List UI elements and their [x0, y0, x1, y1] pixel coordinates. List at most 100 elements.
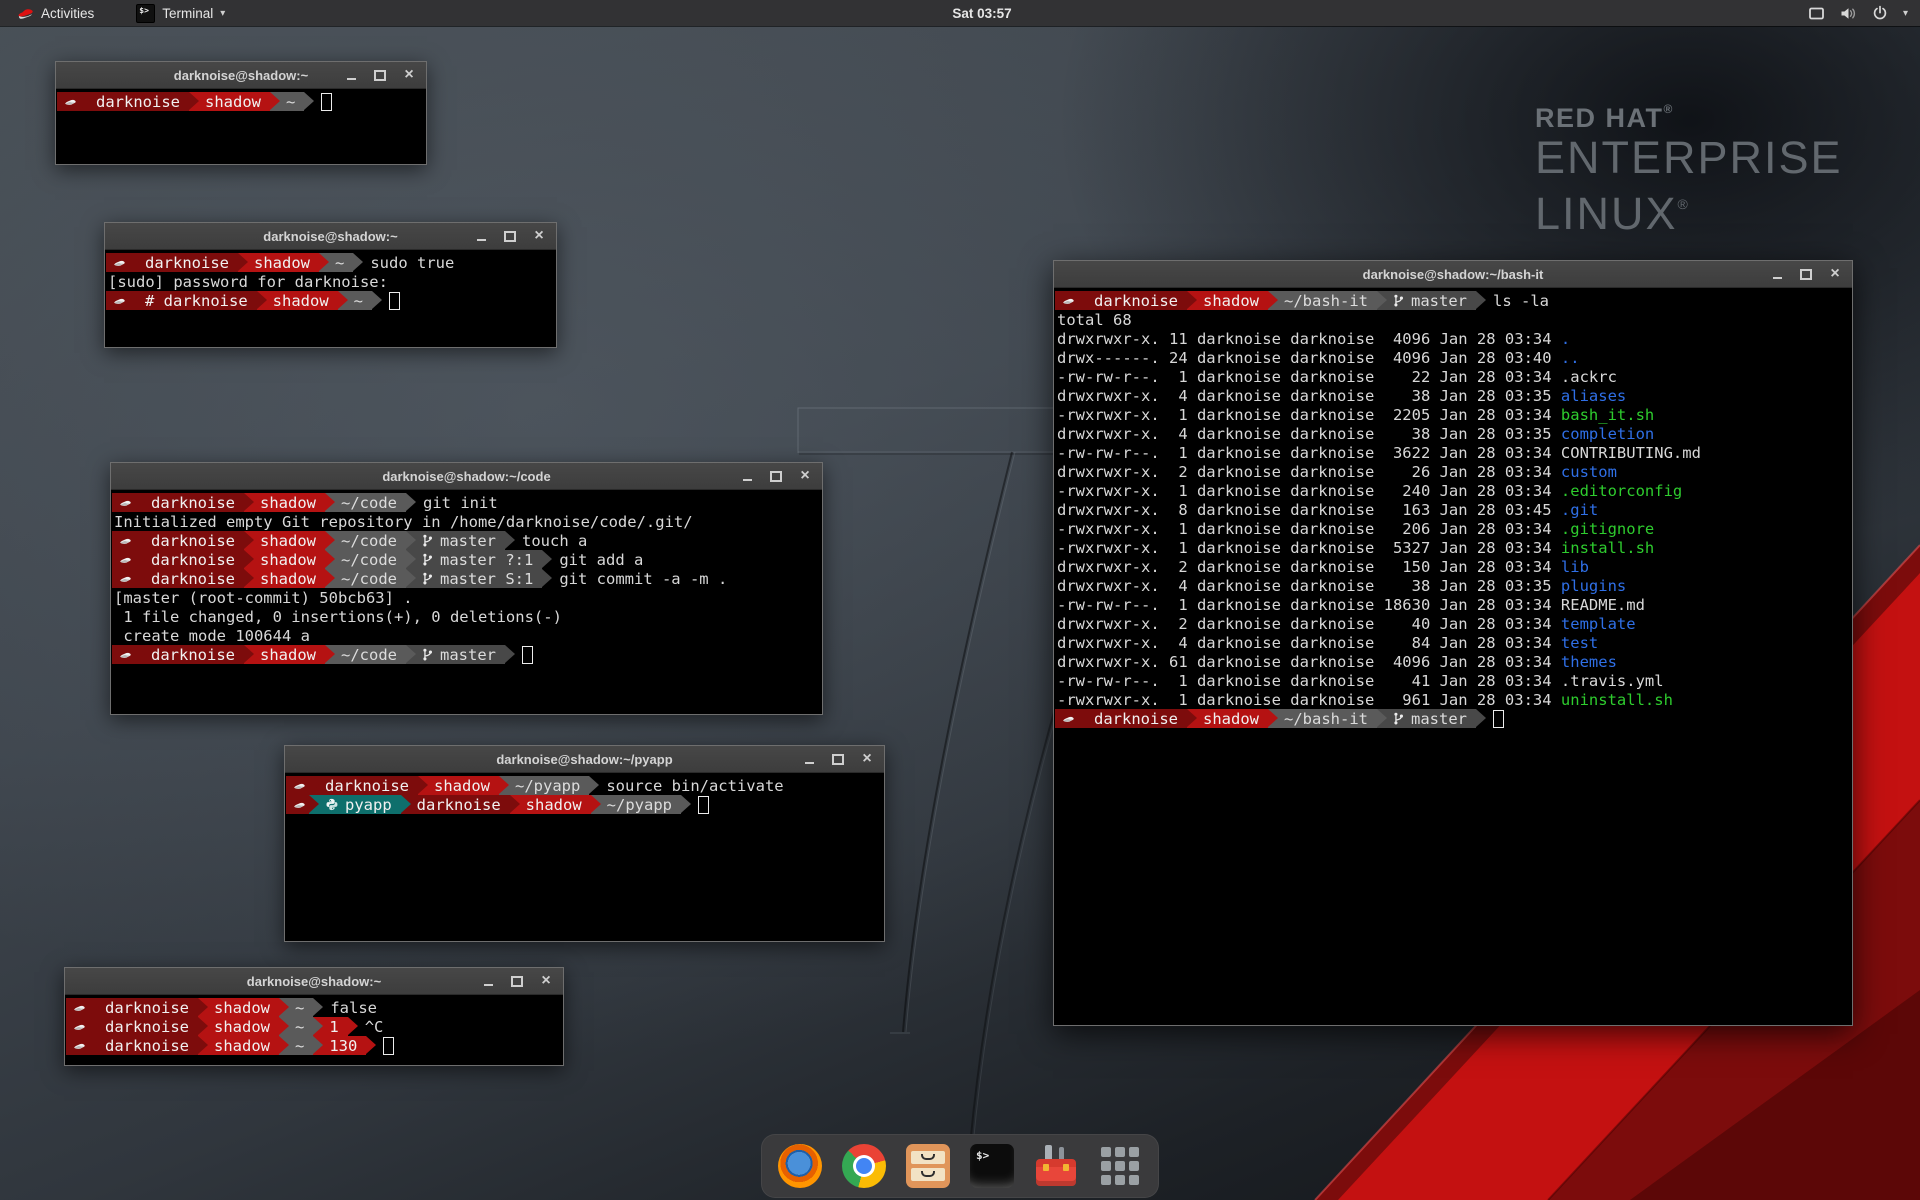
prompt-segment-host: shadow	[198, 1036, 279, 1055]
file-attributes: drwxrwxr-x. 2 darknoise darknoise 150 Ja…	[1055, 558, 1561, 576]
show-applications-icon[interactable]	[1098, 1144, 1142, 1188]
prompt-segment-git: master	[1377, 291, 1476, 310]
maximize-button[interactable]	[769, 468, 783, 484]
prompt-segment-user: darknoise	[135, 493, 244, 512]
close-button[interactable]: ×	[1828, 266, 1842, 282]
files-icon[interactable]	[906, 1144, 950, 1188]
prompt-segment-os	[1055, 709, 1078, 728]
prompt-segment-host: shadow	[238, 253, 319, 272]
file-attributes: -rw-rw-r--. 1 darknoise darknoise 18630 …	[1055, 596, 1561, 614]
segment-text: shadow	[1203, 292, 1259, 310]
terminal-line: Initialized empty Git repository in /hom…	[112, 512, 822, 531]
window-title: darknoise@shadow:~	[174, 68, 308, 83]
prompt-segment-os	[106, 291, 129, 310]
activities-button[interactable]: Activities	[8, 0, 103, 26]
segment-text: darknoise	[325, 777, 409, 795]
minimize-button[interactable]	[1770, 266, 1784, 282]
clock[interactable]: Sat 03:57	[952, 6, 1011, 21]
segment-text: ~/bash-it	[1284, 292, 1368, 310]
segment-text: shadow	[260, 570, 316, 588]
terminal-line: pyappdarknoiseshadow~/pyapp	[286, 795, 884, 814]
prompt-segment-os	[66, 998, 89, 1017]
prompt-segment-git: master	[406, 531, 505, 550]
minimize-button[interactable]	[474, 228, 488, 244]
window-title: darknoise@shadow:~/code	[382, 469, 550, 484]
window-titlebar[interactable]: darknoise@shadow:~ ×	[65, 968, 563, 995]
segment-text: # darknoise	[145, 292, 248, 310]
close-button[interactable]: ×	[798, 468, 812, 484]
close-button[interactable]: ×	[532, 228, 546, 244]
maximize-button[interactable]	[373, 67, 387, 83]
terminal-line: total 68	[1055, 310, 1852, 329]
window-titlebar[interactable]: darknoise@shadow:~ ×	[105, 223, 556, 250]
terminal-screen[interactable]: darknoiseshadow~sudo true[sudo] password…	[105, 250, 556, 347]
terminal-line: darknoiseshadow~false	[66, 998, 563, 1017]
prompt-segment-user: darknoise	[89, 1036, 198, 1055]
file-name: .git	[1561, 501, 1598, 519]
terminal-icon[interactable]: $>	[970, 1144, 1014, 1188]
top-bar: Activities $> Terminal ▾ Sat 03:57 ▾	[0, 0, 1920, 26]
terminal-screen[interactable]: darknoiseshadow~/codegit initInitialized…	[111, 490, 822, 714]
terminal-screen[interactable]: darknoiseshadow~/pyappsource bin/activat…	[285, 773, 884, 941]
prompt-segment-venv: pyapp	[309, 795, 401, 814]
maximize-button[interactable]	[831, 751, 845, 767]
segment-text: shadow	[214, 1018, 270, 1036]
prompt-segment-git: master ?:1	[406, 550, 542, 569]
window-titlebar[interactable]: darknoise@shadow:~/code ×	[111, 463, 822, 490]
terminal-window: darknoise@shadow:~ × darknoiseshadow~sud…	[104, 222, 557, 348]
terminal-app-icon: $>	[136, 4, 155, 23]
desktop: { "topbar": { "activities": "Activities"…	[0, 0, 1920, 1200]
file-name: themes	[1561, 653, 1617, 671]
minimize-button[interactable]	[802, 751, 816, 767]
terminal-line: -rw-rw-r--. 1 darknoise darknoise 22 Jan…	[1055, 367, 1852, 386]
minimize-button[interactable]	[344, 67, 358, 83]
file-name: install.sh	[1561, 539, 1654, 557]
terminal-screen[interactable]: darknoiseshadow~/bash-itmasterls -latota…	[1054, 288, 1852, 1025]
terminal-screen[interactable]: darknoiseshadow~	[56, 89, 426, 164]
close-button[interactable]: ×	[402, 67, 416, 83]
window-buttons: ×	[344, 62, 416, 88]
prompt-segment-host: shadow	[244, 645, 325, 664]
prompt-segment-path: ~/code	[325, 569, 406, 588]
minimize-button[interactable]	[481, 973, 495, 989]
segment-text: ~/bash-it	[1284, 710, 1368, 728]
window-titlebar[interactable]: darknoise@shadow:~/pyapp ×	[285, 746, 884, 773]
caret-down-icon[interactable]: ▾	[1903, 8, 1908, 19]
firefox-icon[interactable]	[778, 1144, 822, 1188]
power-icon[interactable]	[1872, 5, 1888, 21]
window-titlebar[interactable]: darknoise@shadow:~/bash-it ×	[1054, 261, 1852, 288]
volume-icon[interactable]	[1840, 6, 1857, 21]
screen-icon[interactable]	[1808, 6, 1825, 21]
prompt-segment-user: darknoise	[89, 1017, 198, 1036]
close-button[interactable]: ×	[860, 751, 874, 767]
toolbox-icon[interactable]	[1034, 1144, 1078, 1188]
file-attributes: -rw-rw-r--. 1 darknoise darknoise 41 Jan…	[1055, 672, 1561, 690]
maximize-button[interactable]	[510, 973, 524, 989]
window-title: darknoise@shadow:~/pyapp	[496, 752, 672, 767]
chrome-icon[interactable]	[842, 1144, 886, 1188]
prompt-segment-os	[112, 569, 135, 588]
minimize-button[interactable]	[740, 468, 754, 484]
terminal-line: # darknoiseshadow~	[106, 291, 556, 310]
segment-text: shadow	[1203, 710, 1259, 728]
terminal-window: darknoise@shadow:~/code × darknoiseshado…	[110, 462, 823, 715]
app-menu-button[interactable]: $> Terminal ▾	[127, 0, 234, 26]
segment-text: darknoise	[151, 494, 235, 512]
command-text: git init	[406, 494, 498, 512]
segment-text: darknoise	[145, 254, 229, 272]
registered-mark: ®	[1664, 102, 1674, 116]
window-titlebar[interactable]: darknoise@shadow:~ ×	[56, 62, 426, 89]
app-menu-label: Terminal	[162, 6, 213, 21]
close-button[interactable]: ×	[539, 973, 553, 989]
redhat-icon	[118, 496, 133, 510]
terminal-cursor	[698, 796, 709, 814]
maximize-button[interactable]	[1799, 266, 1813, 282]
terminal-line: darknoiseshadow~/codemastertouch a	[112, 531, 822, 550]
file-name: aliases	[1561, 387, 1626, 405]
terminal-line: -rw-rw-r--. 1 darknoise darknoise 18630 …	[1055, 595, 1852, 614]
prompt-segment-user: darknoise	[135, 645, 244, 664]
maximize-button[interactable]	[503, 228, 517, 244]
file-attributes: drwxrwxr-x. 61 darknoise darknoise 4096 …	[1055, 653, 1561, 671]
window-title: darknoise@shadow:~	[263, 229, 397, 244]
terminal-screen[interactable]: darknoiseshadow~falsedarknoiseshadow~1^C…	[65, 995, 563, 1065]
